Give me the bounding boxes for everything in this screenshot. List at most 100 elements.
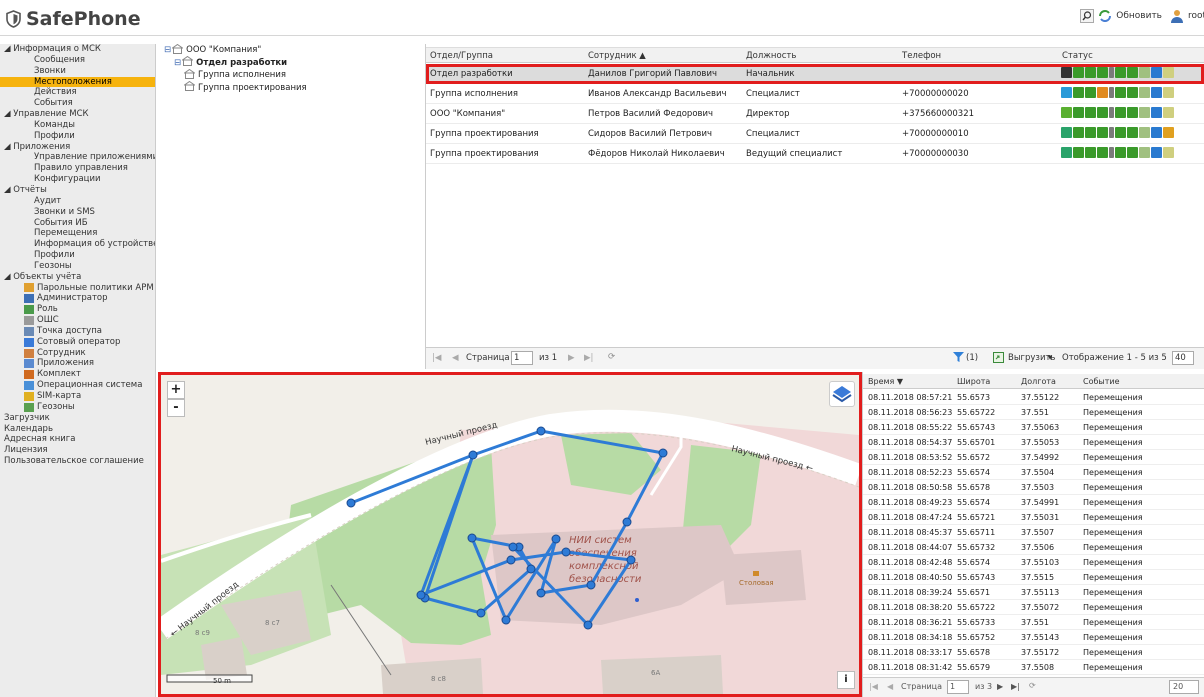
sidebar-item[interactable]: Звонки <box>0 66 155 77</box>
log-row[interactable]: 08.11.2018 08:57:21 55.6573 37.55122 Переме… <box>863 390 1204 405</box>
sidebar-item[interactable]: Геозоны <box>0 261 155 272</box>
sidebar-item[interactable]: ◢ Управление МСК <box>0 109 155 120</box>
column-header-phone[interactable]: Телефон <box>902 51 941 61</box>
sidebar-item[interactable]: Сотрудник <box>0 348 155 359</box>
sidebar-item[interactable]: Парольные политики АРМ <box>0 283 155 294</box>
sidebar-item[interactable]: Аудит <box>0 196 155 207</box>
sidebar-item[interactable]: ◢ Информация о МСК <box>0 44 155 55</box>
map-panel[interactable]: Научный проезд Научный проезд ← ← Научны… <box>158 372 862 697</box>
user-name[interactable]: root <box>1188 11 1204 21</box>
info-button[interactable]: i <box>837 671 855 689</box>
sidebar-item[interactable]: Команды <box>0 120 155 131</box>
log-per-page-input[interactable]: 20 <box>1169 680 1199 694</box>
track-point[interactable] <box>476 608 486 618</box>
track-point[interactable] <box>526 564 536 574</box>
first-page-icon[interactable]: |◀ <box>432 353 441 363</box>
track-point[interactable] <box>501 615 511 625</box>
log-page-input[interactable]: 1 <box>947 680 969 694</box>
filter-icon[interactable] <box>953 352 964 365</box>
sidebar-item[interactable]: ◢ Отчёты <box>0 185 155 196</box>
sidebar-item[interactable]: ◢ Объекты учёта <box>0 272 155 283</box>
sidebar-item[interactable]: Местоположения <box>0 76 155 88</box>
prev-page-icon[interactable]: ◀ <box>452 353 459 363</box>
log-row[interactable]: 08.11.2018 08:36:21 55.65733 37.551 Перемещ… <box>863 615 1204 630</box>
sidebar-item[interactable]: Перемещения <box>0 228 155 239</box>
log-row[interactable]: 08.11.2018 08:45:37 55.65711 37.5507 Переме… <box>863 525 1204 540</box>
sidebar-item[interactable]: Действия <box>0 87 155 98</box>
tree-node[interactable]: Группа проектирования <box>160 81 425 95</box>
column-header-employee[interactable]: Сотрудник ▲ <box>588 51 646 61</box>
log-row[interactable]: 08.11.2018 08:55:22 55.65743 37.55063 Перем… <box>863 420 1204 435</box>
sidebar-item[interactable]: Управление приложениями <box>0 152 155 163</box>
sidebar-item[interactable]: Приложения <box>0 358 155 369</box>
sidebar-item[interactable]: ◢ Приложения <box>0 142 155 153</box>
track-point[interactable] <box>508 542 518 552</box>
sidebar-item[interactable]: SIM-карта <box>0 391 155 402</box>
log-row[interactable]: 08.11.2018 08:49:23 55.6574 37.54991 Переме… <box>863 495 1204 510</box>
log-row[interactable]: 08.11.2018 08:39:24 55.6571 37.55113 Переме… <box>863 585 1204 600</box>
next-page-icon[interactable]: ▶ <box>568 353 575 363</box>
sidebar-item[interactable]: Профили <box>0 250 155 261</box>
sidebar-item[interactable]: Роль <box>0 304 155 315</box>
track-point[interactable] <box>506 555 516 565</box>
log-row[interactable]: 08.11.2018 08:50:58 55.6578 37.5503 Перемещ… <box>863 480 1204 495</box>
table-row[interactable]: Группа проектирования Сидоров Василий Пет… <box>426 124 1204 144</box>
log-reload-icon[interactable]: ⟳ <box>1029 681 1036 690</box>
track-point[interactable] <box>468 450 478 460</box>
search-icon[interactable] <box>1080 9 1095 23</box>
track-point[interactable] <box>626 555 636 565</box>
refresh-button[interactable]: Обновить <box>1116 11 1162 21</box>
log-row[interactable]: 08.11.2018 08:33:17 55.6578 37.55172 Переме… <box>863 645 1204 660</box>
log-prev-page-icon[interactable]: ◀ <box>887 682 893 691</box>
sidebar-item[interactable]: Точка доступа <box>0 326 155 337</box>
table-row[interactable]: ООО "Компания" Петров Василий Федорович Ди… <box>426 104 1204 124</box>
sidebar-item[interactable]: Календарь <box>0 424 155 435</box>
sidebar-item[interactable]: События <box>0 98 155 109</box>
sidebar-item[interactable]: Геозоны <box>0 402 155 413</box>
per-page-input[interactable]: 40 <box>1172 351 1194 365</box>
column-header-time[interactable]: Время ▼ <box>868 377 903 386</box>
log-row[interactable]: 08.11.2018 08:40:50 55.65743 37.5515 Переме… <box>863 570 1204 585</box>
log-row[interactable]: 08.11.2018 08:38:20 55.65722 37.55072 Перем… <box>863 600 1204 615</box>
log-row[interactable]: 08.11.2018 08:47:24 55.65721 37.55031 Перем… <box>863 510 1204 525</box>
column-header-group[interactable]: Отдел/Группа <box>430 51 493 61</box>
log-row[interactable]: 08.11.2018 08:31:42 55.6579 37.5508 Перемещ… <box>863 660 1204 675</box>
track-point[interactable] <box>551 534 561 544</box>
track-point[interactable] <box>467 533 477 543</box>
log-row[interactable]: 08.11.2018 08:52:23 55.6574 37.5504 Перемещ… <box>863 465 1204 480</box>
sidebar-item[interactable]: Информация об устройстве <box>0 239 155 250</box>
log-row[interactable]: 08.11.2018 08:34:18 55.65752 37.55143 Перем… <box>863 630 1204 645</box>
track-point[interactable] <box>346 498 356 508</box>
track-point[interactable] <box>586 580 596 590</box>
tree-collapse-icon[interactable]: ⊟ <box>174 58 181 68</box>
sidebar-item[interactable]: Комплект <box>0 369 155 380</box>
table-row[interactable]: Группа проектирования Фёдоров Николай Ник… <box>426 144 1204 164</box>
reload-icon[interactable]: ⟳ <box>608 352 615 362</box>
column-header-event[interactable]: Событие <box>1083 377 1120 386</box>
track-point[interactable] <box>658 448 668 458</box>
column-header-position[interactable]: Должность <box>746 51 796 61</box>
sidebar-item[interactable]: Конфигурации <box>0 174 155 185</box>
zoom-out-button[interactable]: - <box>167 399 185 417</box>
tree-collapse-icon[interactable]: ⊟ <box>164 45 171 55</box>
sidebar-item[interactable]: События ИБ <box>0 218 155 229</box>
column-header-longitude[interactable]: Долгота <box>1021 377 1056 386</box>
track-point[interactable] <box>561 547 571 557</box>
last-page-icon[interactable]: ▶| <box>584 353 593 363</box>
tree-node[interactable]: ⊟ Отдел разработки <box>160 56 425 70</box>
sidebar-item[interactable]: Правило управления <box>0 163 155 174</box>
log-row[interactable]: 08.11.2018 08:54:37 55.65701 37.55053 Перем… <box>863 435 1204 450</box>
map-canvas[interactable]: Научный проезд Научный проезд ← ← Научны… <box>161 375 859 694</box>
zoom-in-button[interactable]: + <box>167 381 185 399</box>
table-row[interactable]: Отдел разработки Данилов Григорий Павлови… <box>426 64 1204 84</box>
export-dropdown-icon[interactable]: ▾ <box>1048 353 1052 363</box>
log-row[interactable]: 08.11.2018 08:44:07 55.65732 37.5506 Переме… <box>863 540 1204 555</box>
page-input[interactable]: 1 <box>511 351 533 365</box>
track-point[interactable] <box>536 426 546 436</box>
column-header-latitude[interactable]: Широта <box>957 377 990 386</box>
sidebar-item[interactable]: Администратор <box>0 293 155 304</box>
track-point[interactable] <box>622 517 632 527</box>
track-point[interactable] <box>416 590 426 600</box>
sidebar-item[interactable]: Операционная система <box>0 380 155 391</box>
sidebar-item[interactable]: Пользовательское соглашение <box>0 456 155 467</box>
